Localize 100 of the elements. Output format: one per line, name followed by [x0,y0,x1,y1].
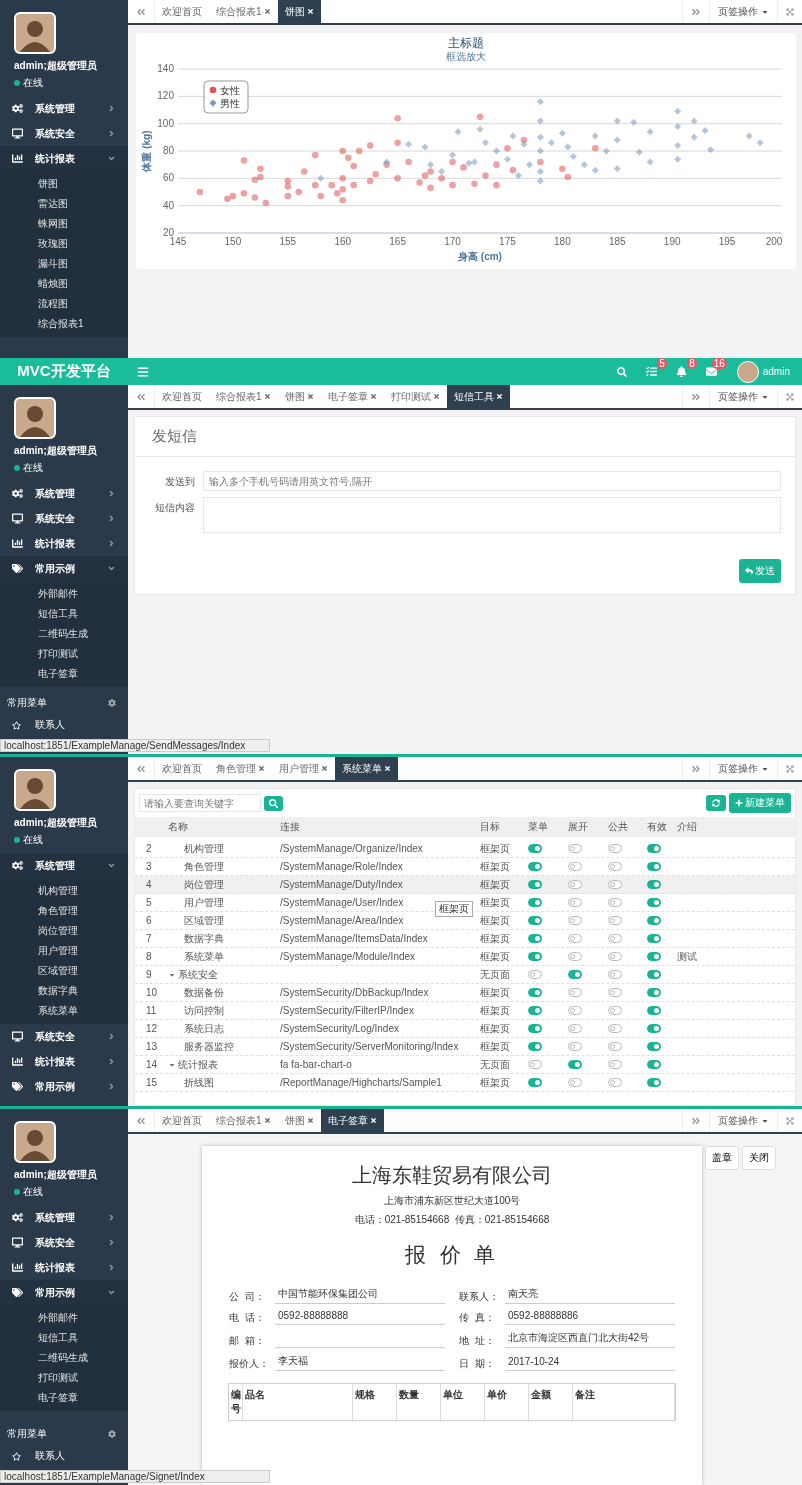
toggle-switch[interactable] [568,934,582,943]
close-button[interactable]: 关闭 [742,1146,776,1170]
tab-actions-menu[interactable]: 页签操作 [709,1109,777,1132]
search-button[interactable] [264,795,283,811]
toggle-switch[interactable] [528,988,542,997]
toggle-switch[interactable] [568,1060,582,1069]
toggle-switch[interactable] [528,1006,542,1015]
shortcut-item[interactable]: 联系人 [0,714,128,736]
toggle-switch[interactable] [528,1078,542,1087]
toggle-switch[interactable] [568,1078,582,1087]
submenu-item[interactable]: 岗位管理 [0,921,128,941]
tab[interactable]: 饼图 [277,1109,321,1132]
toggle-switch[interactable] [608,880,622,889]
toggle-switch[interactable] [647,1042,661,1051]
tab[interactable]: 短信工具 [446,385,510,408]
toggle-switch[interactable] [528,880,542,889]
tab-actions-menu[interactable]: 页签操作 [709,757,777,780]
submenu-item[interactable]: 漏斗图 [0,254,128,274]
submenu-item[interactable]: 打印测试 [0,1368,128,1388]
toggle-switch[interactable] [568,862,582,871]
toggle-switch[interactable] [647,898,661,907]
toggle-switch[interactable] [608,1042,622,1051]
menu-item[interactable]: 系统安全 [0,1230,128,1255]
toggle-switch[interactable] [647,934,661,943]
toggle-switch[interactable] [608,988,622,997]
toggle-switch[interactable] [528,1024,542,1033]
submenu-item[interactable]: 数据字典 [0,981,128,1001]
tab[interactable]: 欢迎首页 [155,1109,209,1132]
toggle-switch[interactable] [528,934,542,943]
menu-item[interactable]: 系统管理 [0,481,128,506]
menu-item[interactable]: 系统管理 [0,853,128,878]
shortcut-item[interactable]: 联系人 [0,1445,128,1467]
submenu-item[interactable]: 电子签章 [0,664,128,684]
tab[interactable]: 饼图 [277,0,321,23]
toggle-switch[interactable] [528,898,542,907]
toggle-switch[interactable] [608,916,622,925]
toggle-switch[interactable] [528,952,542,961]
submenu-item[interactable]: 机构管理 [0,881,128,901]
submenu-item[interactable]: 雷达图 [0,194,128,214]
toggle-switch[interactable] [528,1060,542,1069]
menu-item[interactable]: 系统安全 [0,121,128,146]
menu-item[interactable]: 系统安全 [0,506,128,531]
submenu-item[interactable]: 区域管理 [0,961,128,981]
submenu-item[interactable]: 用户管理 [0,941,128,961]
toggle-switch[interactable] [608,1024,622,1033]
submenu-item[interactable]: 二维码生成 [0,1348,128,1368]
submenu-item[interactable]: 短信工具 [0,1328,128,1348]
tab[interactable]: 欢迎首页 [155,0,209,23]
tab[interactable]: 饼图 [277,385,321,408]
toggle-switch[interactable] [608,898,622,907]
toggle-switch[interactable] [647,1078,661,1087]
menu-item[interactable]: 系统管理 [0,96,128,121]
toggle-switch[interactable] [647,844,661,853]
menu-item[interactable]: 常用示例 [0,556,128,581]
toggle-switch[interactable] [608,862,622,871]
tab[interactable]: 打印测试 [383,385,447,408]
tab[interactable]: 综合报表1 [209,1109,278,1132]
submenu-item[interactable]: 外部邮件 [0,584,128,604]
menu-item[interactable]: 统计报表 [0,1255,128,1280]
toggle-switch[interactable] [568,1006,582,1015]
toggle-switch[interactable] [647,880,661,889]
toggle-switch[interactable] [568,898,582,907]
toggle-switch[interactable] [647,1006,661,1015]
toggle-switch[interactable] [568,916,582,925]
tab-actions-menu[interactable]: 页签操作 [709,0,777,23]
search-field[interactable]: 请输入要查询关键字 [139,794,261,812]
toggle-switch[interactable] [528,916,542,925]
toggle-switch[interactable] [647,1060,661,1069]
toggle-switch[interactable] [608,1078,622,1087]
submenu-item[interactable]: 系统菜单 [0,1001,128,1021]
submenu-item[interactable]: 蛛网图 [0,214,128,234]
tab[interactable]: 系统菜单 [335,757,398,780]
toggle-switch[interactable] [608,952,622,961]
tab[interactable]: 综合报表1 [209,0,278,23]
submenu-item[interactable]: 外部邮件 [0,1308,128,1328]
submenu-item[interactable]: 二维码生成 [0,624,128,644]
menu-item[interactable]: 系统管理 [0,1205,128,1230]
menu-item[interactable]: 统计报表 [0,1049,128,1074]
menu-item[interactable]: 系统安全 [0,1024,128,1049]
toggle-switch[interactable] [528,970,542,979]
toggle-switch[interactable] [568,880,582,889]
toggle-switch[interactable] [568,952,582,961]
tab[interactable]: 综合报表1 [209,385,278,408]
toggle-switch[interactable] [568,1024,582,1033]
menu-item[interactable]: 常用示例 [0,1280,128,1305]
submenu-item[interactable]: 打印测试 [0,644,128,664]
tab[interactable]: 欢迎首页 [155,757,209,780]
toggle-switch[interactable] [647,862,661,871]
toggle-switch[interactable] [568,844,582,853]
menu-item[interactable]: 统计报表 [0,531,128,556]
toggle-switch[interactable] [608,1006,622,1015]
toggle-switch[interactable] [647,970,661,979]
refresh-button[interactable] [706,795,726,811]
toggle-switch[interactable] [608,934,622,943]
recipients-field[interactable]: 输入多个手机号码请用英文符号,隔开 [203,471,781,491]
toggle-switch[interactable] [528,844,542,853]
menu-item[interactable]: 统计报表 [0,146,128,171]
tab[interactable]: 电子签章 [320,385,384,408]
toggle-switch[interactable] [568,1042,582,1051]
message-field[interactable] [203,497,781,533]
